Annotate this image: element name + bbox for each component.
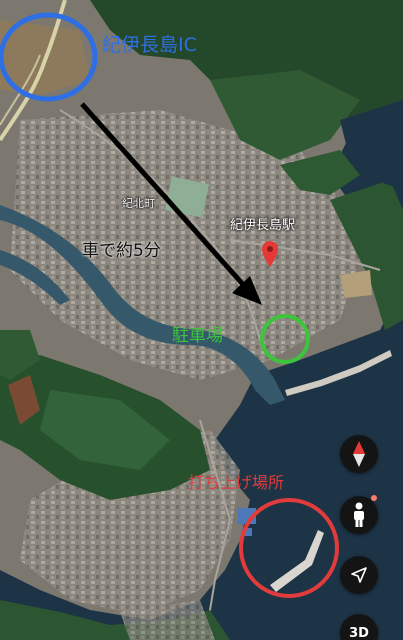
interchange-label: 紀伊長島IC	[102, 34, 197, 56]
notification-dot	[371, 495, 377, 501]
compass-icon	[353, 441, 365, 467]
launch-site-label: 打ち上げ場所	[188, 473, 285, 492]
location-arrow-icon	[351, 567, 367, 583]
drive-time-label: 車で約5分	[82, 241, 161, 261]
satellite-imagery	[0, 0, 403, 640]
compass-button[interactable]	[340, 435, 378, 473]
my-location-button[interactable]	[340, 556, 378, 594]
satellite-map[interactable]: 紀伊長島IC 紀北町 紀伊長島駅 車で約5分 駐車場 打ち上げ場所 3D	[0, 0, 403, 640]
parking-label: 駐車場	[172, 326, 223, 346]
street-view-person-icon	[354, 502, 364, 527]
station-label: 紀伊長島駅	[230, 218, 296, 233]
district-label: 紀北町	[122, 197, 155, 210]
street-view-button[interactable]	[340, 496, 378, 534]
